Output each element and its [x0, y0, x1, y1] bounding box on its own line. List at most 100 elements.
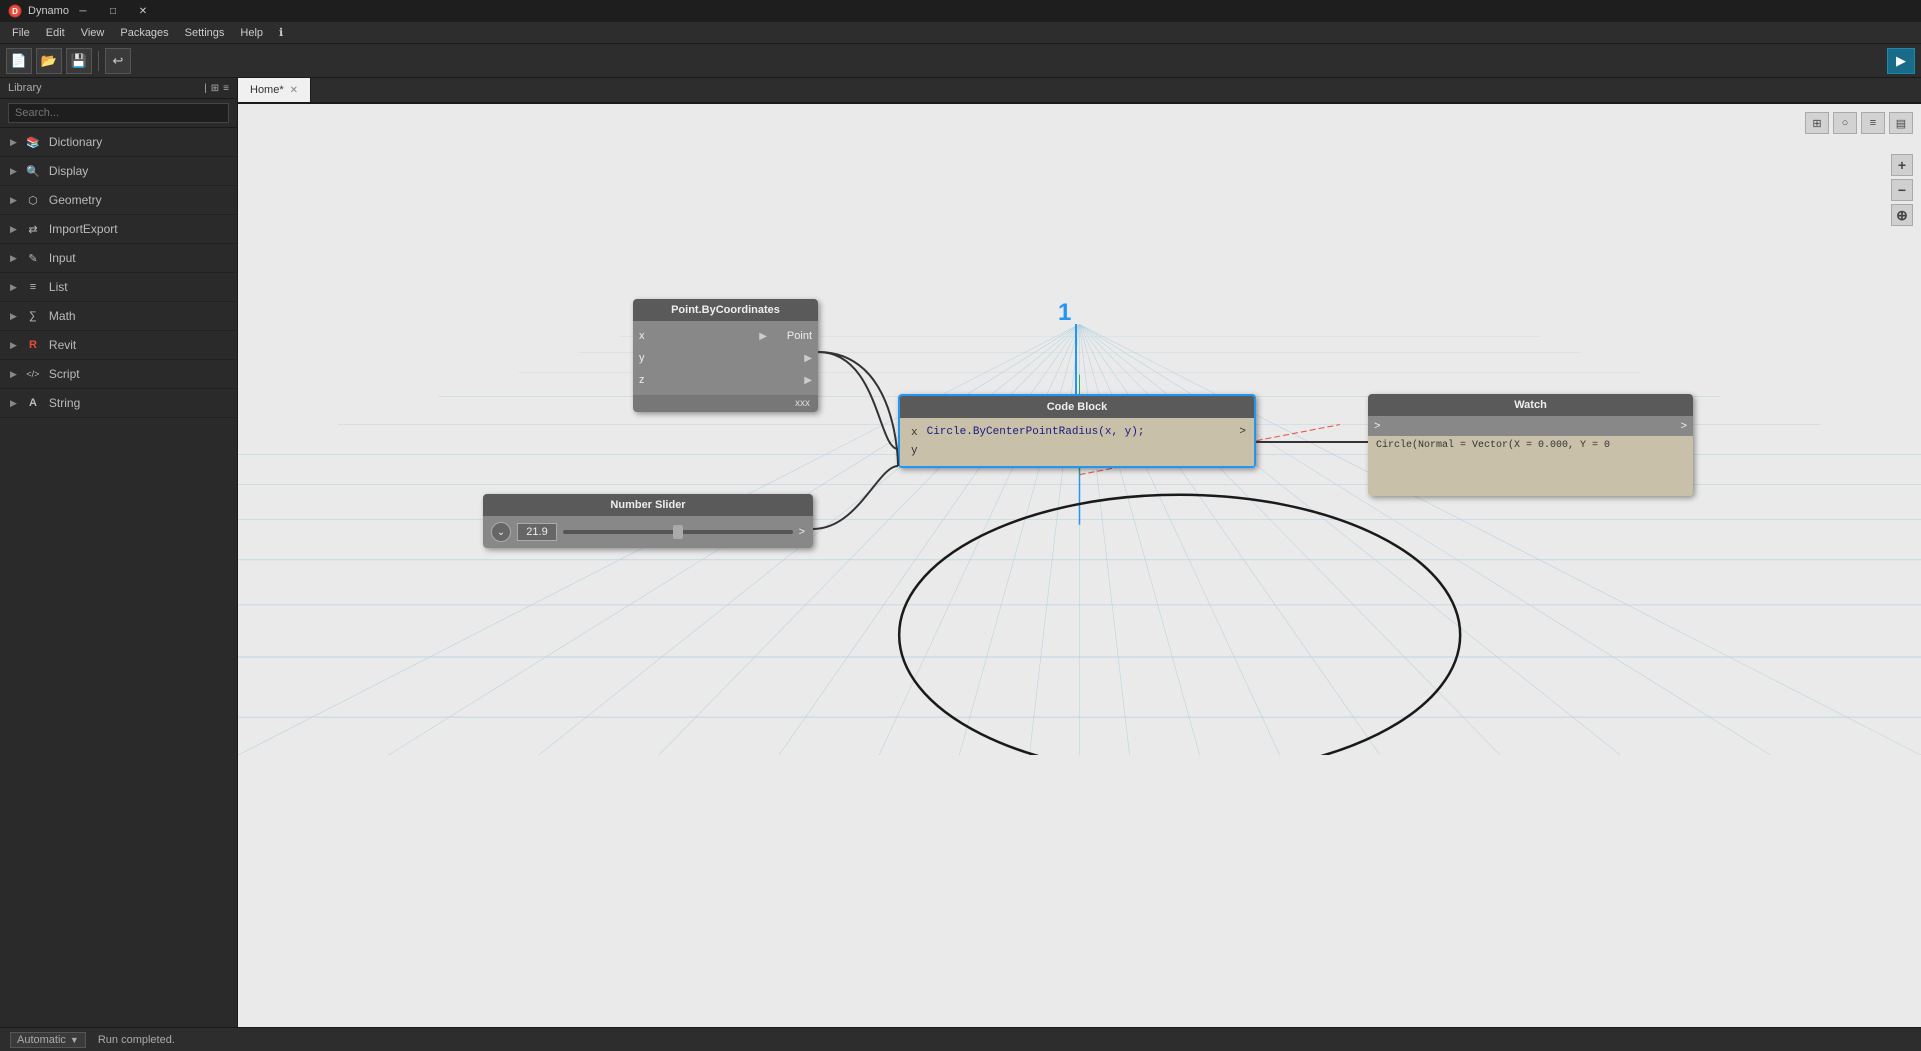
geometry-icon: ⬡	[25, 192, 41, 208]
sidebar-item-label: String	[49, 396, 227, 410]
slider-expand-button[interactable]: ⌄	[491, 522, 511, 542]
string-icon: A	[25, 395, 41, 411]
sidebar-item-dictionary[interactable]: ▶ 📚 Dictionary	[0, 128, 237, 157]
main-layout: Library | ⊞ ≡ ▶ 📚 Dictionary ▶ 🔍 Display…	[0, 78, 1921, 1027]
statusbar: Automatic ▼ Run completed.	[0, 1027, 1921, 1051]
sidebar-item-label: Math	[49, 309, 227, 323]
search-box	[0, 99, 237, 128]
sidebar-item-display[interactable]: ▶ 🔍 Display	[0, 157, 237, 186]
toolbar-separator	[98, 51, 99, 71]
node-number-slider[interactable]: Number Slider ⌄ 21.9 >	[483, 494, 813, 548]
node-point-header: Point.ByCoordinates	[633, 299, 818, 321]
node-code-block[interactable]: Code Block x y Circle.ByCenterPointRadiu…	[898, 394, 1256, 468]
canvas-ctrl-btn-1[interactable]: ⊞	[1805, 112, 1829, 134]
open-button[interactable]: 📂	[36, 48, 62, 74]
node-watch-output: Circle(Normal = Vector(X = 0.000, Y = 0	[1368, 436, 1693, 496]
sidebar-item-label: ImportExport	[49, 222, 227, 236]
sidebar-item-geometry[interactable]: ▶ ⬡ Geometry	[0, 186, 237, 215]
menu-view[interactable]: View	[73, 25, 113, 41]
library-title: Library	[8, 82, 42, 94]
menu-edit[interactable]: Edit	[38, 25, 73, 41]
node-point-body: x ▶ Point y ▶ z ▶	[633, 321, 818, 395]
search-input[interactable]	[8, 103, 229, 123]
node-watch-header: Watch	[1368, 394, 1693, 416]
display-icon: 🔍	[25, 163, 41, 179]
revit-icon: R	[25, 337, 41, 353]
library-icon-1[interactable]: |	[204, 83, 207, 94]
sidebar-item-label: Revit	[49, 338, 227, 352]
tab-close-icon[interactable]: ✕	[290, 85, 298, 96]
tab-home[interactable]: Home* ✕	[238, 78, 311, 102]
canvas-ctrl-btn-3[interactable]: ≡	[1861, 112, 1885, 134]
sidebar-item-label: Script	[49, 367, 227, 381]
library-icon-2[interactable]: ⊞	[211, 83, 219, 94]
code-text[interactable]: Circle.ByCenterPointRadius(x, y);	[927, 426, 1234, 438]
maximize-button[interactable]: □	[99, 0, 127, 22]
node-watch-port-row: > >	[1368, 416, 1693, 436]
chevron-right-icon: ▶	[10, 137, 17, 148]
canvas-controls: ⊞ ○ ≡ ▤	[1805, 112, 1913, 134]
library-header: Library | ⊞ ≡	[0, 78, 237, 99]
watch-port-in: >	[1374, 420, 1380, 432]
code-port-right: >	[1239, 426, 1246, 438]
tabbar: Home* ✕	[238, 78, 1921, 104]
dropdown-arrow-icon: ▼	[70, 1035, 79, 1045]
menu-help[interactable]: Help	[232, 25, 271, 41]
sidebar-item-label: Geometry	[49, 193, 227, 207]
canvas-ctrl-btn-2[interactable]: ○	[1833, 112, 1857, 134]
sidebar-item-list[interactable]: ▶ ≡ List	[0, 273, 237, 302]
zoom-fit-button[interactable]: ⊕	[1891, 204, 1913, 226]
node-slider-body: ⌄ 21.9 >	[483, 516, 813, 548]
watch-port-out: >	[1681, 420, 1687, 432]
node-point-by-coordinates[interactable]: Point.ByCoordinates x ▶ Point y ▶ z ▶	[633, 299, 818, 412]
toolbar: 📄 📂 💾 ↩ ▶	[0, 44, 1921, 78]
menu-packages[interactable]: Packages	[112, 25, 176, 41]
sidebar-item-string[interactable]: ▶ A String	[0, 389, 237, 418]
node-watch[interactable]: Watch > > Circle(Normal = Vector(X = 0.0…	[1368, 394, 1693, 496]
undo-button[interactable]: ↩	[105, 48, 131, 74]
sidebar-item-label: List	[49, 280, 227, 294]
menu-settings[interactable]: Settings	[177, 25, 233, 41]
run-button[interactable]: ▶	[1887, 48, 1915, 74]
importexport-icon: ⇄	[25, 221, 41, 237]
sidebar-item-math[interactable]: ▶ ∑ Math	[0, 302, 237, 331]
canvas-ctrl-btn-4[interactable]: ▤	[1889, 112, 1913, 134]
save-button[interactable]: 💾	[66, 48, 92, 74]
sidebar-item-input[interactable]: ▶ ✎ Input	[0, 244, 237, 273]
zoom-in-button[interactable]: +	[1891, 154, 1913, 176]
sidebar-item-label: Dictionary	[49, 135, 227, 149]
chevron-right-icon: ▶	[10, 195, 17, 206]
chevron-right-icon: ▶	[10, 340, 17, 351]
canvas-area: Home* ✕	[238, 78, 1921, 1027]
library-icons: | ⊞ ≡	[204, 83, 229, 94]
library-icon-3[interactable]: ≡	[223, 83, 229, 94]
watch-output-text: Circle(Normal = Vector(X = 0.000, Y = 0	[1376, 440, 1610, 451]
node-port-y: y ▶	[633, 347, 818, 369]
node-point-footer: xxx	[633, 395, 818, 412]
code-ports-left: x y	[908, 426, 921, 458]
script-icon: </>	[25, 366, 41, 382]
minimize-button[interactable]: ─	[69, 0, 97, 22]
close-button[interactable]: ✕	[129, 0, 157, 22]
menu-info[interactable]: ℹ	[271, 24, 291, 41]
sidebar-item-importexport[interactable]: ▶ ⇄ ImportExport	[0, 215, 237, 244]
list-icon: ≡	[25, 279, 41, 295]
chevron-right-icon: ▶	[10, 224, 17, 235]
sidebar-item-script[interactable]: ▶ </> Script	[0, 360, 237, 389]
slider-track[interactable]	[563, 530, 793, 534]
sidebar-item-revit[interactable]: ▶ R Revit	[0, 331, 237, 360]
zoom-controls: + − ⊕	[1891, 154, 1913, 226]
slider-value[interactable]: 21.9	[517, 523, 557, 541]
input-icon: ✎	[25, 250, 41, 266]
node-slider-header: Number Slider	[483, 494, 813, 516]
run-mode-dropdown[interactable]: Automatic ▼	[10, 1032, 86, 1048]
zoom-out-button[interactable]: −	[1891, 179, 1913, 201]
new-button[interactable]: 📄	[6, 48, 32, 74]
viewport[interactable]: 1 Point.ByCoordinates x ▶ Point y ▶	[238, 104, 1921, 1027]
number-label: 1	[1058, 299, 1071, 327]
menu-file[interactable]: File	[4, 25, 38, 41]
slider-thumb[interactable]	[673, 525, 683, 539]
chevron-right-icon: ▶	[10, 282, 17, 293]
code-port-x: x	[908, 426, 921, 440]
slider-port-right: >	[799, 526, 805, 538]
